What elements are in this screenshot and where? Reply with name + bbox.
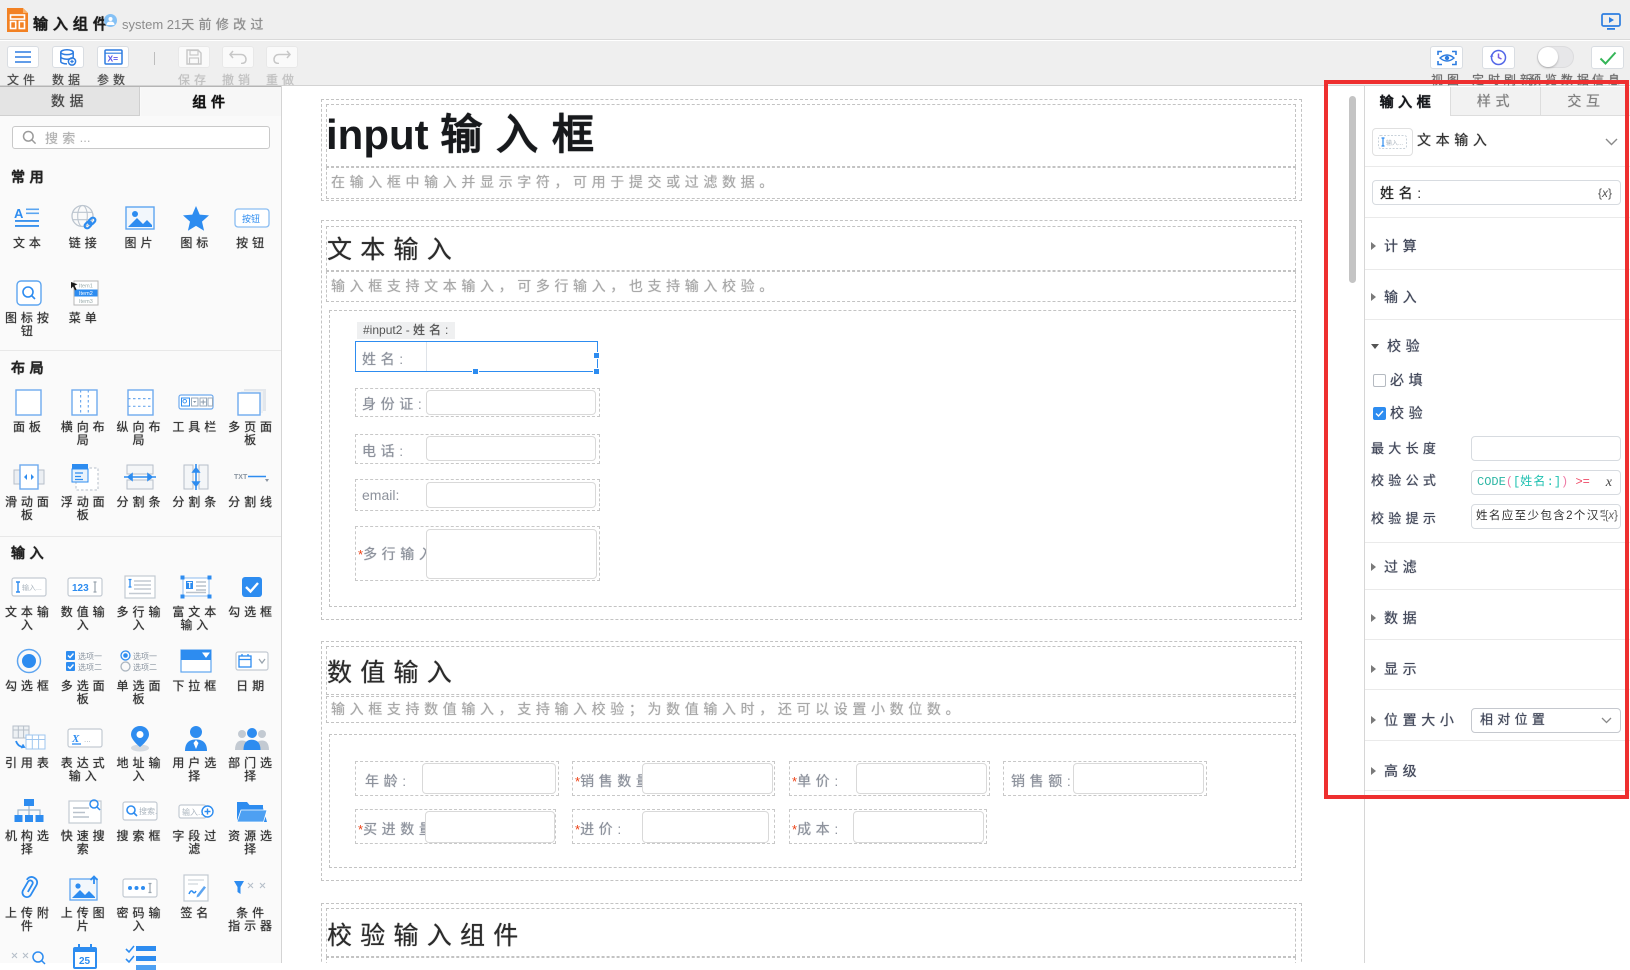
svg-text:按钮: 按钮 xyxy=(242,213,260,224)
svg-text:TXT: TXT xyxy=(234,474,248,481)
svg-text:Item3: Item3 xyxy=(79,299,93,305)
svg-text:选项二: 选项二 xyxy=(133,662,157,672)
svg-text:25: 25 xyxy=(79,956,91,967)
svg-text:输入...: 输入... xyxy=(182,807,205,817)
svg-text:输入...: 输入... xyxy=(22,583,42,592)
svg-text:123: 123 xyxy=(72,583,89,594)
svg-text:A: A xyxy=(14,206,24,221)
svg-text:T: T xyxy=(187,581,192,590)
svg-text:...: ... xyxy=(84,735,91,744)
svg-text:Item2: Item2 xyxy=(79,291,93,297)
svg-text:选项一: 选项一 xyxy=(78,651,102,661)
svg-text:选项一: 选项一 xyxy=(133,651,157,661)
svg-text:选项二: 选项二 xyxy=(78,662,102,672)
svg-text:X=: X= xyxy=(107,54,118,64)
svg-text:搜索...: 搜索... xyxy=(139,806,158,816)
svg-text:Item1: Item1 xyxy=(79,284,93,290)
svg-text:X: X xyxy=(71,733,80,745)
